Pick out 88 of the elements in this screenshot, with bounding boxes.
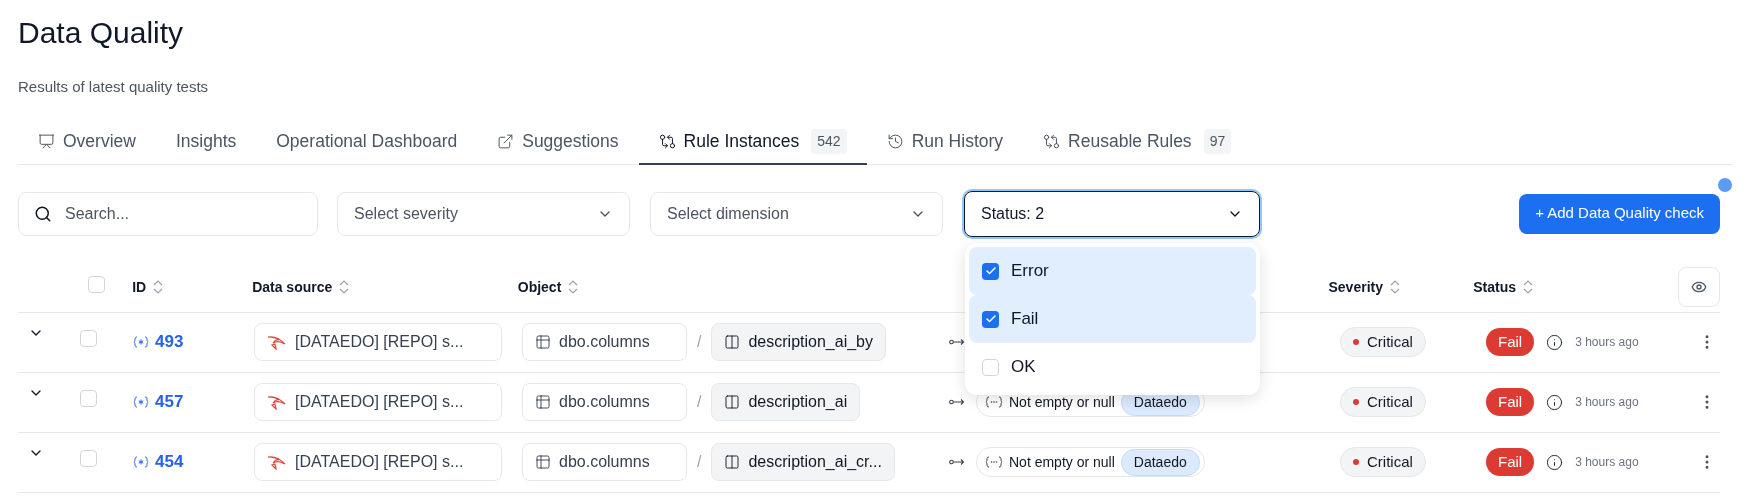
column-header: Object [517,277,562,297]
id-link[interactable]: 493 [155,329,184,355]
check-icon [984,313,997,325]
arrow-right-icon [949,398,965,406]
id-link[interactable]: 454 [155,449,184,475]
columns-icon [724,334,741,350]
add-check-button[interactable]: + Add Data Quality check [1519,193,1720,234]
info-icon[interactable] [1546,393,1564,411]
bird-logo-icon [267,454,287,470]
severity-badge: Critical [1340,387,1426,417]
data-source-chip[interactable]: [DATAEDO] [REPO] s... [254,383,502,421]
page-subtitle: Results of latest quality tests [18,77,209,97]
column-header: Status [1473,277,1516,297]
column-header: Severity [1328,277,1383,297]
history-icon [886,133,904,150]
tab[interactable]: Insights [155,120,257,165]
bird-logo-icon [267,334,287,350]
checkbox[interactable] [982,310,999,328]
path-separator: / [697,332,702,352]
data-source-chip[interactable]: [DATAEDO] [REPO] s... [254,443,502,481]
dimension-select[interactable]: Select dimension [650,191,943,236]
status-select[interactable]: Status: 2 [964,190,1260,237]
column-header: ID [132,277,147,297]
checkbox[interactable] [982,358,999,376]
severity-badge: Critical [1340,327,1426,357]
tab[interactable]: Run History [866,120,1024,165]
path-separator: / [697,392,702,412]
table-icon [535,394,551,410]
external-link-icon [497,133,515,150]
info-icon[interactable] [1546,333,1564,351]
data-source-chip[interactable]: [DATAEDO] [REPO] s... [254,323,502,361]
status-badge: Fail [1486,388,1535,416]
search-field[interactable]: Search... [18,191,318,236]
sort-icon[interactable] [1388,279,1401,295]
table-chip[interactable]: dbo.columns [522,383,687,421]
braces-dots-icon [985,396,1003,408]
table-chip[interactable]: dbo.columns [522,443,687,481]
table-icon [535,334,551,350]
tab[interactable]: Operational Dashboard [256,120,478,165]
columns-icon [724,394,741,410]
columns-icon [724,454,741,470]
arrow-right-icon [949,458,965,466]
column-header: Data source [252,277,333,297]
time-label: 3 hours ago [1575,454,1639,471]
severity-select[interactable]: Select severity [337,191,630,236]
checkbox[interactable] [80,450,97,467]
tab[interactable]: Rule Instances 542 [638,120,867,165]
eye-icon [1691,279,1708,295]
braces-asterisk-icon [133,456,149,468]
bird-logo-icon [267,394,287,410]
table-icon [535,454,551,470]
rule-tag: Dataedo [1120,448,1200,476]
search-icon [34,204,52,223]
braces-asterisk-icon [133,336,149,348]
status-badge: Fail [1486,448,1535,476]
braces-asterisk-icon [133,396,149,408]
checkbox[interactable] [982,262,999,280]
arrow-right-icon [949,338,965,346]
status-option[interactable]: Error [969,247,1256,295]
page-title: Data Quality [18,15,184,51]
checkbox[interactable] [87,275,105,293]
sort-icon[interactable] [338,279,351,295]
presentation-icon [38,133,55,150]
tab[interactable]: Reusable Rules 97 [1023,120,1252,165]
path-separator: / [697,452,702,472]
column-chip[interactable]: description_ai_by [711,323,886,361]
status-badge: Fail [1486,328,1535,356]
sort-icon[interactable] [567,279,580,295]
checkbox[interactable] [80,390,97,407]
checkbox[interactable] [80,330,97,347]
column-chip[interactable]: description_ai_cr... [711,443,895,481]
time-label: 3 hours ago [1575,394,1639,411]
severity-badge: Critical [1340,447,1426,477]
time-label: 3 hours ago [1575,334,1639,351]
column-chip[interactable]: description_ai [711,383,861,421]
tab[interactable]: Suggestions [477,120,639,165]
id-link[interactable]: 457 [155,389,184,415]
sort-icon[interactable] [1522,279,1534,295]
table-chip[interactable]: dbo.columns [522,323,687,361]
count-badge: 97 [1203,129,1232,154]
tab[interactable]: Overview [18,120,156,165]
eye-button[interactable] [1678,267,1720,307]
sort-icon[interactable] [152,279,165,295]
info-icon[interactable] [1546,453,1564,471]
count-badge: 542 [811,129,847,154]
status-option[interactable]: Fail [969,295,1256,343]
check-icon [984,265,997,277]
braces-dots-icon [985,456,1003,468]
